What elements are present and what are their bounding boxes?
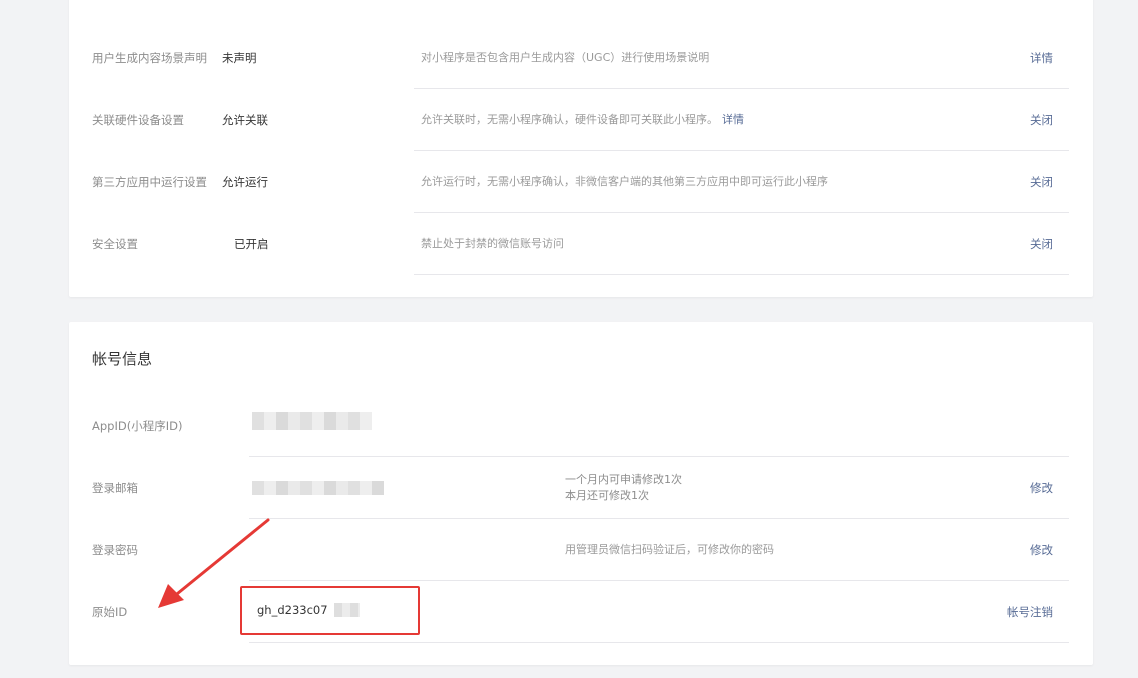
hardware-close-button[interactable]: 关闭 [1030,89,1053,151]
row-divider [249,642,1069,643]
row-label: 登录邮箱 [92,481,138,495]
annotation-arrow-icon [158,518,270,608]
email-modify-button[interactable]: 修改 [1030,457,1053,519]
email-note-line2: 本月还可修改1次 [565,489,649,502]
third-party-close-button[interactable]: 关闭 [1030,151,1053,213]
account-row-email: 登录邮箱 一个月内可申请修改1次 本月还可修改1次 修改 [69,457,1093,519]
account-row-appid: AppID(小程序ID) [69,395,1093,457]
row-value: 已开启 [234,237,269,251]
account-card-title: 帐号信息 [92,350,153,368]
settings-row-security: 安全设置 已开启 禁止处于封禁的微信账号访问 关闭 [69,213,1093,275]
row-label: 用户生成内容场景声明 [92,51,207,65]
security-close-button[interactable]: 关闭 [1030,213,1053,275]
row-divider [414,274,1069,275]
row-label: 关联硬件设备设置 [92,113,184,127]
email-modify-note: 一个月内可申请修改1次 本月还可修改1次 [565,472,682,504]
email-masked-value [252,481,384,495]
row-description: 禁止处于封禁的微信账号访问 [421,237,564,250]
appid-masked-value [252,412,372,430]
row-label: AppID(小程序ID) [92,419,183,433]
settings-row-third-party: 第三方应用中运行设置 允许运行 允许运行时，无需小程序确认，非微信客户端的其他第… [69,151,1093,213]
page: 用户生成内容场景声明 未声明 对小程序是否包含用户生成内容（UGC）进行使用场景… [0,0,1138,678]
row-value: 允许运行 [222,175,268,189]
row-description: 对小程序是否包含用户生成内容（UGC）进行使用场景说明 [421,51,710,64]
hardware-detail-link[interactable]: 详情 [722,113,744,126]
row-label: 安全设置 [92,237,138,251]
settings-card: 用户生成内容场景声明 未声明 对小程序是否包含用户生成内容（UGC）进行使用场景… [69,0,1093,297]
row-value: 允许关联 [222,113,268,127]
email-note-line1: 一个月内可申请修改1次 [565,473,682,486]
row-label: 第三方应用中运行设置 [92,175,207,189]
row-description: 允许运行时，无需小程序确认，非微信客户端的其他第三方应用中即可运行此小程序 [421,175,828,188]
row-description: 允许关联时，无需小程序确认，硬件设备即可关联此小程序。 详情 [421,113,744,126]
settings-row-ugc: 用户生成内容场景声明 未声明 对小程序是否包含用户生成内容（UGC）进行使用场景… [69,27,1093,89]
row-label: 原始ID [92,605,128,619]
password-note: 用管理员微信扫码验证后，可修改你的密码 [565,543,774,556]
password-modify-button[interactable]: 修改 [1030,519,1053,581]
account-cancel-link[interactable]: 帐号注销 [1007,581,1053,643]
row-value: 未声明 [222,51,257,65]
row-label: 登录密码 [92,543,138,557]
settings-row-hardware: 关联硬件设备设置 允许关联 允许关联时，无需小程序确认，硬件设备即可关联此小程序… [69,89,1093,151]
ugc-detail-link[interactable]: 详情 [1030,27,1053,89]
